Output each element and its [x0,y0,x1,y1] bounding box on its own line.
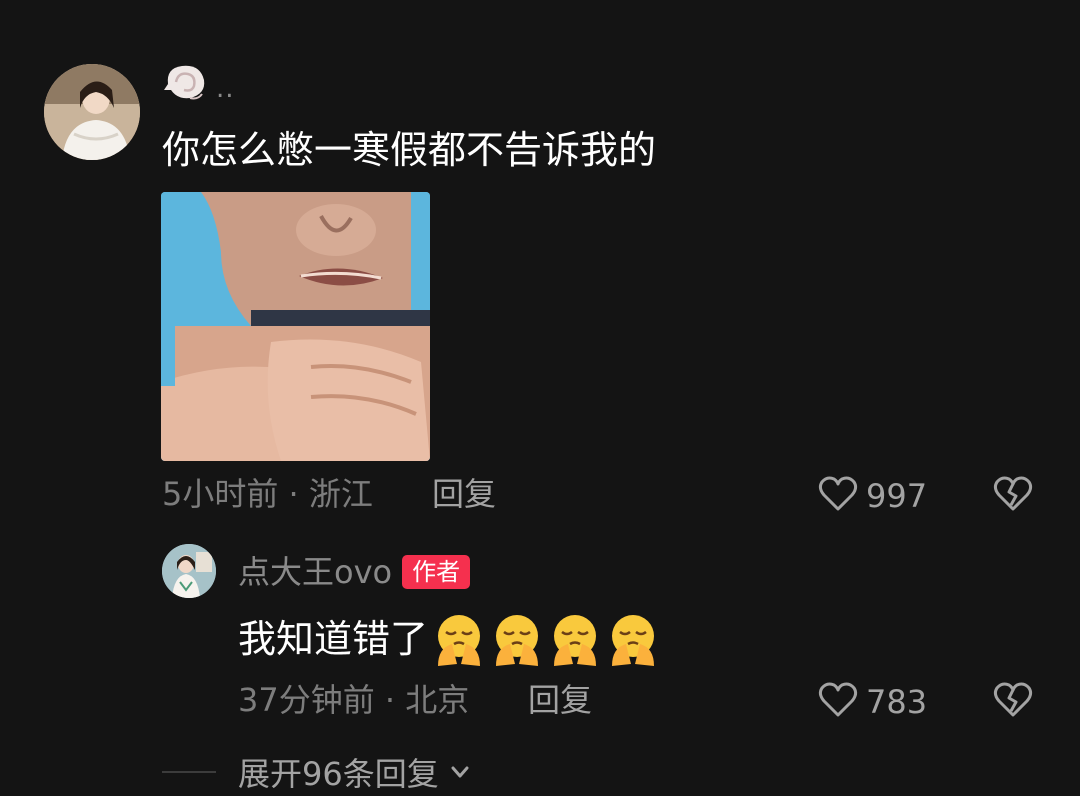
expand-divider [162,771,216,773]
broken-heart-icon [990,476,1036,520]
author-username-row: 点大王ovo 作者 [238,550,471,594]
author-avatar[interactable] [162,544,216,598]
comment-text: 你怎么憋一寒假都不告诉我的 [162,128,657,172]
author-badge: 作者 [402,555,471,589]
conch-shell-icon [162,60,210,108]
comment-time-location: 5小时前 · 浙江 [162,475,373,513]
heart-outline-icon [816,678,860,726]
expand-replies-button[interactable]: 展开96条回复 [238,752,473,796]
dislike-button[interactable] [990,678,1036,726]
pleading-hands-emoji [432,612,486,666]
like-button[interactable]: 997 [816,472,927,520]
dislike-button[interactable] [990,472,1036,520]
commenter-avatar[interactable] [44,64,140,160]
reply-text: 我知道错了 [238,617,429,661]
pleading-hands-emoji [490,612,544,666]
like-count: 783 [866,683,928,721]
pleading-hands-emoji [548,612,602,666]
reply-text-row: 我知道错了 [238,612,660,666]
reply-button[interactable]: 回复 [432,472,496,516]
author-username[interactable]: 点大王ovo [238,550,392,594]
reply-time-location: 37分钟前 · 北京 [238,681,470,719]
like-button[interactable]: 783 [816,678,927,726]
commenter-username[interactable]: .. [162,62,235,106]
username-text: .. [216,74,235,104]
reply-button[interactable]: 回复 [528,678,592,722]
chevron-down-icon [447,759,473,789]
like-count: 997 [866,477,928,515]
heart-outline-icon [816,472,860,520]
expand-replies-label: 展开96条回复 [238,755,439,793]
pleading-hands-emoji [606,612,660,666]
broken-heart-icon [990,682,1036,726]
comment-image[interactable] [161,192,430,461]
